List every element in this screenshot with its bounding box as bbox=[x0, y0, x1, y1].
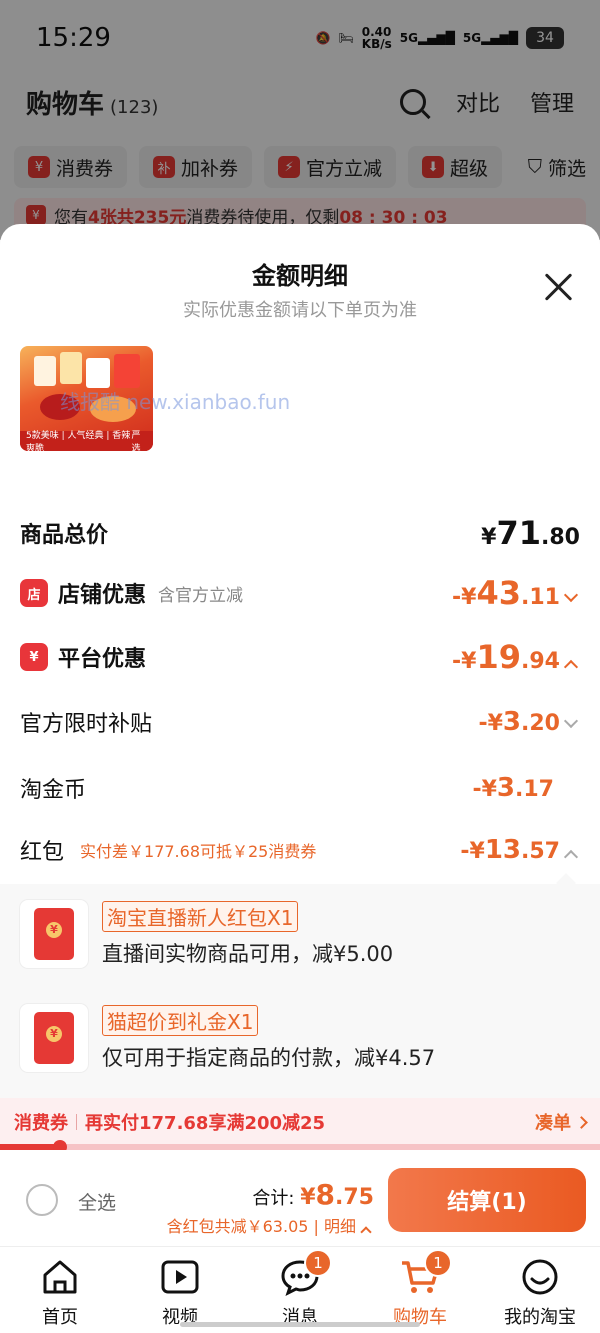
red-packet-note: 实付差￥177.68可抵￥25消费券 bbox=[80, 842, 317, 861]
red-packet-item: 猫超价到礼金X1 仅可用于指定商品的付款，减¥4.57 bbox=[20, 1004, 580, 1072]
tab-cart[interactable]: 购物车 1 bbox=[360, 1247, 480, 1333]
platform-icon: ¥ bbox=[20, 643, 48, 671]
store-discount-row[interactable]: 店 店铺优惠 含官方立减 -¥43.11 bbox=[20, 574, 580, 612]
tab-video[interactable]: 视频 bbox=[120, 1247, 240, 1333]
store-discount-value: -¥43.11 bbox=[452, 574, 580, 612]
home-indicator bbox=[180, 1322, 420, 1327]
red-packet-label: 红包 bbox=[20, 840, 65, 865]
red-packet-tag: 猫超价到礼金X1 bbox=[102, 1004, 259, 1036]
tab-home[interactable]: 首页 bbox=[0, 1247, 120, 1333]
store-icon: 店 bbox=[20, 579, 48, 607]
chevron-down-icon bbox=[563, 713, 579, 729]
select-all-label[interactable]: 全选 bbox=[78, 1188, 116, 1215]
platform-discount-label: 平台优惠 bbox=[58, 647, 147, 672]
coupon-progress-dot bbox=[53, 1140, 67, 1150]
profile-icon bbox=[520, 1257, 560, 1297]
chevron-up-icon bbox=[563, 849, 579, 865]
red-packet-item: 淘宝直播新人红包X1 直播间实物商品可用，减¥5.00 bbox=[20, 900, 580, 968]
store-discount-sub: 含官方立减 bbox=[158, 585, 244, 606]
platform-discount-row[interactable]: ¥ 平台优惠 -¥19.94 bbox=[20, 638, 580, 676]
sheet-title: 金额明细 bbox=[252, 262, 348, 290]
savings-detail-link[interactable]: 含红包共减￥63.05 | 明细 bbox=[167, 1213, 374, 1238]
add-items-link[interactable]: 凑单 bbox=[535, 1109, 588, 1135]
cart-badge: 1 bbox=[424, 1249, 452, 1277]
subsidy-label: 官方限时补贴 bbox=[20, 712, 153, 737]
red-packet-panel: 淘宝直播新人红包X1 直播间实物商品可用，减¥5.00 猫超价到礼金X1 仅可用… bbox=[0, 884, 600, 1098]
total-price-row: 商品总价 ¥71.80 bbox=[20, 514, 580, 552]
checkout-button[interactable]: 结算(1) bbox=[388, 1168, 586, 1232]
home-icon bbox=[40, 1257, 80, 1297]
total-price-value: ¥71.80 bbox=[481, 514, 580, 552]
modal-overlay[interactable] bbox=[0, 0, 600, 240]
coupon-label: 消费券 bbox=[14, 1113, 68, 1134]
total-price-label: 商品总价 bbox=[20, 523, 109, 548]
sheet-subtitle: 实际优惠金额请以下单页为准 bbox=[183, 300, 417, 321]
coins-value: -¥3.17 bbox=[472, 773, 554, 803]
red-envelope-icon bbox=[20, 900, 88, 968]
coupon-text: 再实付177.68享满200减25 bbox=[85, 1113, 326, 1134]
tab-profile[interactable]: 我的淘宝 bbox=[480, 1247, 600, 1333]
product-caption: 5款美味 | 人气经典 | 香辣爽脆 严选 bbox=[20, 431, 153, 451]
red-packet-desc: 直播间实物商品可用，减¥5.00 bbox=[102, 941, 394, 966]
subsidy-row[interactable]: 官方限时补贴 -¥3.20 bbox=[20, 706, 580, 738]
video-icon bbox=[160, 1257, 200, 1297]
checkout-bar: 全选 合计: ¥8.75 含红包共减￥63.05 | 明细 结算(1) bbox=[0, 1150, 600, 1246]
sum-label: 合计: bbox=[252, 1188, 295, 1209]
coins-label: 淘金币 bbox=[20, 778, 87, 803]
amount-detail-sheet: 金额明细 实际优惠金额请以下单页为准 5款美味 | 人气经典 | 香辣爽脆 严选 … bbox=[0, 224, 600, 1150]
coins-row: 淘金币 -¥3.17 bbox=[20, 772, 580, 804]
red-packet-row[interactable]: 红包 实付差￥177.68可抵￥25消费券 -¥13.57 bbox=[20, 834, 580, 866]
chevron-up-icon bbox=[360, 1226, 372, 1238]
message-badge: 1 bbox=[304, 1249, 332, 1277]
select-all-checkbox[interactable] bbox=[26, 1184, 58, 1216]
subsidy-value: -¥3.20 bbox=[478, 707, 580, 737]
chevron-down-icon bbox=[563, 587, 579, 603]
platform-discount-value: -¥19.94 bbox=[452, 638, 580, 676]
chevron-up-icon bbox=[563, 659, 579, 675]
red-envelope-icon bbox=[20, 1004, 88, 1072]
store-discount-label: 店铺优惠 bbox=[58, 583, 147, 608]
sum-value: ¥8.75 bbox=[300, 1178, 374, 1211]
watermark: 线报酷 new.xianbao.fun bbox=[60, 390, 291, 414]
red-packet-tag: 淘宝直播新人红包X1 bbox=[102, 900, 299, 932]
order-summary: 合计: ¥8.75 含红包共减￥63.05 | 明细 bbox=[167, 1178, 374, 1238]
close-icon[interactable] bbox=[544, 272, 574, 302]
divider bbox=[76, 1114, 77, 1130]
tab-messages[interactable]: 消息 1 bbox=[240, 1247, 360, 1333]
red-packet-desc: 仅可用于指定商品的付款，减¥4.57 bbox=[102, 1045, 436, 1070]
chevron-right-icon bbox=[575, 1115, 588, 1129]
bottom-tab-bar: 首页 视频 消息 1 购物车 1 我的淘宝 bbox=[0, 1246, 600, 1333]
coupon-progress-bar: 消费券 再实付177.68享满200减25 凑单 bbox=[0, 1098, 600, 1146]
red-packet-value: -¥13.57 bbox=[460, 835, 580, 865]
